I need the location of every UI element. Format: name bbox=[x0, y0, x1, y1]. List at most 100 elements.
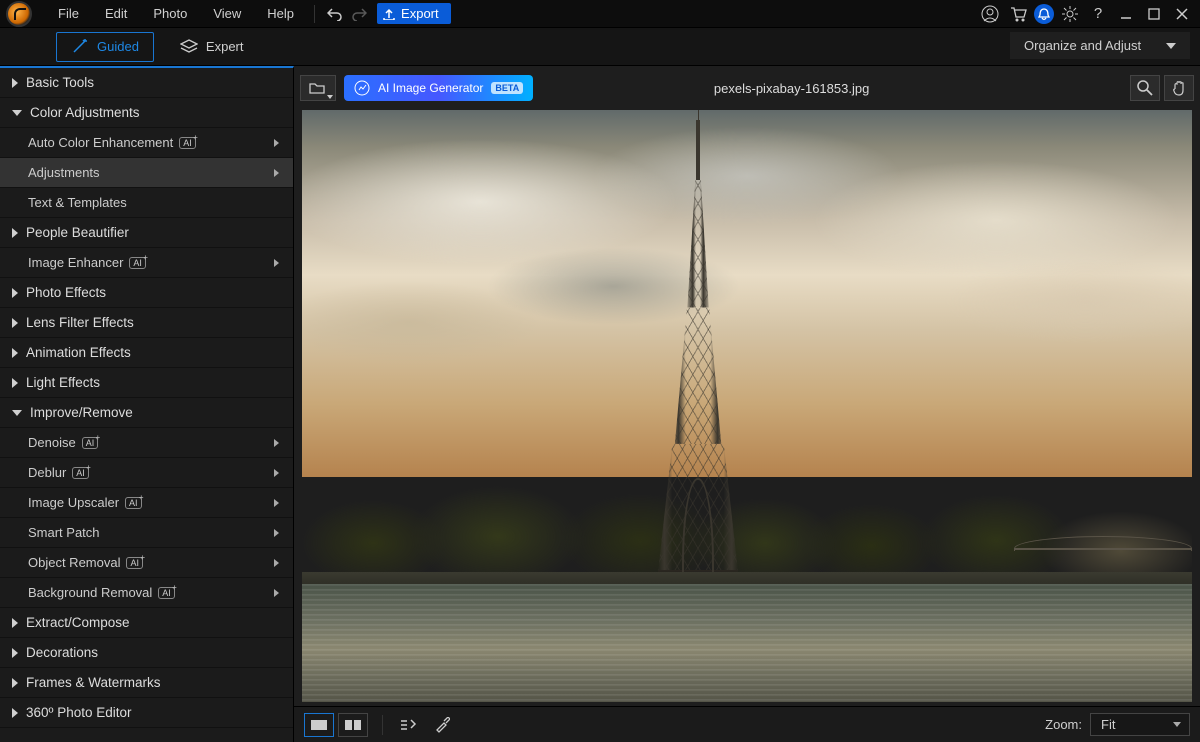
chevron-right-icon bbox=[274, 439, 279, 447]
sub-smart-patch[interactable]: Smart Patch bbox=[0, 518, 293, 548]
dropdown-caret-icon bbox=[327, 95, 333, 99]
compare-button[interactable] bbox=[393, 713, 423, 737]
menu-file[interactable]: File bbox=[46, 2, 91, 25]
image-viewport[interactable] bbox=[302, 110, 1192, 702]
view-single-button[interactable] bbox=[304, 713, 334, 737]
open-folder-button[interactable] bbox=[300, 75, 336, 101]
sub-auto-color-label: Auto Color Enhancement bbox=[28, 135, 173, 150]
cat-basic-tools[interactable]: Basic Tools bbox=[0, 68, 293, 98]
chevron-right-icon bbox=[274, 259, 279, 267]
redo-button[interactable] bbox=[347, 2, 371, 26]
settings-icon[interactable] bbox=[1058, 2, 1082, 26]
cart-icon[interactable] bbox=[1006, 2, 1030, 26]
sub-denoise[interactable]: Denoise AI bbox=[0, 428, 293, 458]
wand-icon bbox=[71, 39, 89, 55]
cat-360-label: 360º Photo Editor bbox=[26, 705, 132, 720]
canvas-area: AI Image Generator BETA pexels-pixabay-1… bbox=[294, 66, 1200, 742]
export-label: Export bbox=[401, 6, 439, 21]
sub-image-enhancer-label: Image Enhancer bbox=[28, 255, 123, 270]
minimize-button[interactable] bbox=[1114, 2, 1138, 26]
sub-image-upscaler[interactable]: Image Upscaler AI bbox=[0, 488, 293, 518]
sub-image-enhancer[interactable]: Image Enhancer AI bbox=[0, 248, 293, 278]
export-icon bbox=[383, 8, 395, 20]
chevron-right-icon bbox=[12, 378, 18, 388]
cat-photo-effects-label: Photo Effects bbox=[26, 285, 106, 300]
folder-icon bbox=[309, 81, 327, 95]
cat-frames-watermarks[interactable]: Frames & Watermarks bbox=[0, 668, 293, 698]
chevron-right-icon bbox=[12, 318, 18, 328]
sub-denoise-label: Denoise bbox=[28, 435, 76, 450]
eyedropper-button[interactable] bbox=[427, 713, 457, 737]
chevron-right-icon bbox=[12, 618, 18, 628]
cat-light-effects[interactable]: Light Effects bbox=[0, 368, 293, 398]
sub-auto-color[interactable]: Auto Color Enhancement AI bbox=[0, 128, 293, 158]
main-menu: File Edit Photo View Help bbox=[46, 2, 306, 25]
chevron-down-icon bbox=[1166, 43, 1176, 49]
ai-badge-icon: AI bbox=[158, 587, 175, 599]
cat-extract-compose[interactable]: Extract/Compose bbox=[0, 608, 293, 638]
chevron-right-icon bbox=[12, 78, 18, 88]
pan-tool[interactable] bbox=[1164, 75, 1194, 101]
cat-color-adjustments-label: Color Adjustments bbox=[30, 105, 140, 120]
cat-photo-effects[interactable]: Photo Effects bbox=[0, 278, 293, 308]
cat-360-photo-editor[interactable]: 360º Photo Editor bbox=[0, 698, 293, 728]
maximize-button[interactable] bbox=[1142, 2, 1166, 26]
undo-button[interactable] bbox=[323, 2, 347, 26]
viewport-tools bbox=[1130, 75, 1194, 101]
chevron-down-icon bbox=[12, 110, 22, 116]
tab-expert[interactable]: Expert bbox=[166, 33, 258, 61]
zoom-tool[interactable] bbox=[1130, 75, 1160, 101]
cat-light-effects-label: Light Effects bbox=[26, 375, 100, 390]
menu-view[interactable]: View bbox=[201, 2, 253, 25]
hand-icon bbox=[1171, 80, 1187, 96]
sub-deblur[interactable]: DeblurAI bbox=[0, 458, 293, 488]
sub-image-upscaler-label: Image Upscaler bbox=[28, 495, 119, 510]
sub-text-templates[interactable]: Text & Templates bbox=[0, 188, 293, 218]
chevron-right-icon bbox=[274, 139, 279, 147]
zoom-control: Zoom: Fit bbox=[1045, 713, 1190, 736]
chevron-down-icon bbox=[12, 410, 22, 416]
cat-people-beautifier[interactable]: People Beautifier bbox=[0, 218, 293, 248]
top-right-controls: ? bbox=[978, 2, 1194, 26]
chevron-right-icon bbox=[274, 529, 279, 537]
cat-improve-remove[interactable]: Improve/Remove bbox=[0, 398, 293, 428]
menu-edit[interactable]: Edit bbox=[93, 2, 139, 25]
view-split-button[interactable] bbox=[338, 713, 368, 737]
cat-people-beautifier-label: People Beautifier bbox=[26, 225, 129, 240]
menu-help[interactable]: Help bbox=[255, 2, 306, 25]
cat-decorations[interactable]: Decorations bbox=[0, 638, 293, 668]
ai-badge-icon: AI bbox=[82, 437, 99, 449]
tab-expert-label: Expert bbox=[206, 39, 244, 54]
sub-deblur-label: Deblur bbox=[28, 465, 66, 480]
account-icon[interactable] bbox=[978, 2, 1002, 26]
sub-adjustments[interactable]: Adjustments bbox=[0, 158, 293, 188]
notifications-icon[interactable] bbox=[1034, 4, 1054, 24]
tab-guided-label: Guided bbox=[97, 39, 139, 54]
chevron-right-icon bbox=[12, 348, 18, 358]
sub-background-removal[interactable]: Background RemovalAI bbox=[0, 578, 293, 608]
organize-label: Organize and Adjust bbox=[1024, 38, 1141, 53]
bottom-bar: Zoom: Fit bbox=[294, 706, 1200, 742]
menu-photo[interactable]: Photo bbox=[141, 2, 199, 25]
cat-lens-filter[interactable]: Lens Filter Effects bbox=[0, 308, 293, 338]
ai-badge-icon: AI bbox=[179, 137, 196, 149]
cat-basic-tools-label: Basic Tools bbox=[26, 75, 94, 90]
chevron-right-icon bbox=[274, 169, 279, 177]
sub-text-templates-label: Text & Templates bbox=[28, 195, 127, 210]
cat-color-adjustments[interactable]: Color Adjustments bbox=[0, 98, 293, 128]
tab-guided[interactable]: Guided bbox=[56, 32, 154, 62]
cat-animation-effects[interactable]: Animation Effects bbox=[0, 338, 293, 368]
ai-sparkle-icon bbox=[354, 80, 370, 96]
mode-tab-row: Guided Expert Organize and Adjust bbox=[0, 28, 1200, 66]
sub-object-removal[interactable]: Object RemovalAI bbox=[0, 548, 293, 578]
organize-adjust-button[interactable]: Organize and Adjust bbox=[1010, 32, 1190, 59]
app-logo bbox=[6, 1, 32, 27]
export-button[interactable]: Export bbox=[377, 3, 451, 24]
help-icon[interactable]: ? bbox=[1086, 2, 1110, 26]
zoom-select[interactable]: Fit bbox=[1090, 713, 1190, 736]
ai-badge-icon: AI bbox=[126, 557, 143, 569]
ai-badge-icon: AI bbox=[125, 497, 142, 509]
close-button[interactable] bbox=[1170, 2, 1194, 26]
chevron-right-icon bbox=[274, 589, 279, 597]
ai-badge-icon: AI bbox=[129, 257, 146, 269]
